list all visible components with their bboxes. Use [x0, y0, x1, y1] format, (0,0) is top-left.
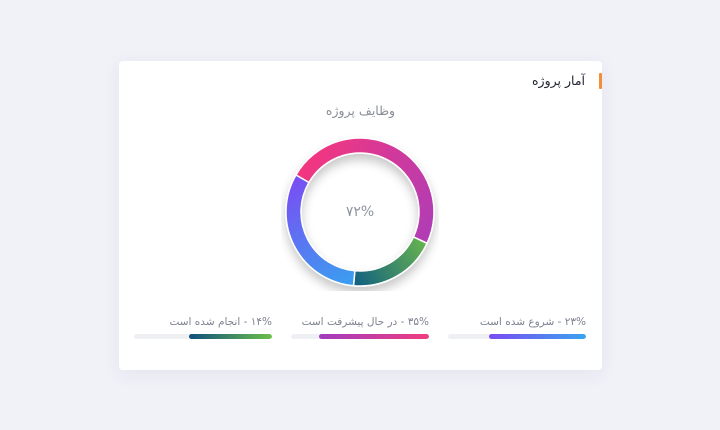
project-stats-card: آمار پروژه وظایف پروژه ۷۲% ۲۳% - شروع شد… [119, 61, 602, 370]
progress-track-in-progress [291, 334, 429, 339]
donut-center-label: ۷۲% [345, 204, 375, 220]
card-header: آمار پروژه [532, 71, 602, 91]
legend-item-in-progress: ۳۵% - در حال پیشرفت است [291, 316, 429, 346]
legend-label-done: ۱۴% - انجام شده است [169, 316, 272, 328]
progress-track-done [134, 334, 272, 339]
donut-chart: ۷۲% [281, 133, 439, 291]
card-title: آمار پروژه [532, 73, 585, 88]
legend-label-in-progress: ۳۵% - در حال پیشرفت است [301, 316, 429, 328]
progress-track-started [448, 334, 586, 339]
progress-bar-started [489, 334, 586, 339]
legend-label-started: ۲۳% - شروع شده است [479, 316, 586, 328]
legend-item-started: ۲۳% - شروع شده است [448, 316, 586, 346]
progress-bar-done [189, 334, 272, 339]
accent-bar [599, 73, 602, 89]
legend-item-done: ۱۴% - انجام شده است [134, 316, 272, 346]
progress-bar-in-progress [318, 334, 429, 339]
chart-title: وظایف پروژه [325, 103, 396, 118]
